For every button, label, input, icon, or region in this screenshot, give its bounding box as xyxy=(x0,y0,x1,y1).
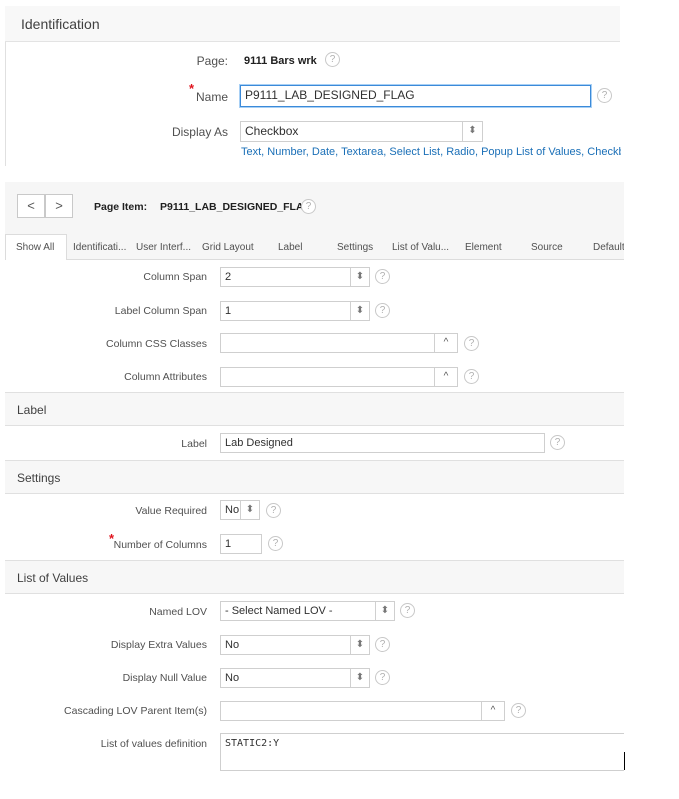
named-lov-help-icon[interactable]: ? xyxy=(400,603,415,618)
display-as-value: Checkbox xyxy=(245,124,299,138)
cascading-lov-parent-label: Cascading LOV Parent Item(s) xyxy=(64,705,207,717)
text-cursor xyxy=(624,752,625,770)
display-extra-values-help-icon[interactable]: ? xyxy=(375,637,390,652)
label-column-span-updown-icon[interactable]: ⬍ xyxy=(350,302,369,320)
column-attributes-input[interactable] xyxy=(220,367,458,387)
label-column-span-help-icon[interactable]: ? xyxy=(375,303,390,318)
named-lov-updown-icon[interactable]: ⬍ xyxy=(375,602,394,620)
next-icon[interactable]: > xyxy=(45,194,73,218)
tab-identification[interactable]: Identificati... xyxy=(73,242,126,253)
page-item-help-icon[interactable]: ? xyxy=(301,199,316,214)
column-span-value: 2 xyxy=(225,271,232,283)
tab-source[interactable]: Source xyxy=(531,242,563,253)
display-null-value-select[interactable]: No xyxy=(220,668,370,688)
label-column-span-value: 1 xyxy=(225,305,232,317)
column-span-label: Column Span xyxy=(143,271,207,283)
display-extra-values-updown-icon[interactable]: ⬍ xyxy=(350,636,369,654)
list-of-values-section-header[interactable]: List of Values xyxy=(5,560,624,594)
column-css-classes-chevron-up-icon[interactable]: ^ xyxy=(434,334,457,352)
column-css-classes-help-icon[interactable]: ? xyxy=(464,336,479,351)
property-editor-toolbar: < > Page Item: P9111_LAB_DESIGNED_FLAG ? xyxy=(5,182,624,232)
named-lov-label: Named LOV xyxy=(149,606,207,618)
tab-list-of-values[interactable]: List of Valu... xyxy=(392,242,449,253)
page-item-label: Page Item: xyxy=(94,201,148,213)
value-required-help-icon[interactable]: ? xyxy=(266,503,281,518)
display-as-options-links[interactable]: Text, Number, Date, Textarea, Select Lis… xyxy=(241,146,621,158)
lov-definition-textarea[interactable]: STATIC2:Y xyxy=(220,733,624,771)
display-as-select[interactable]: Checkbox xyxy=(240,121,483,142)
display-null-value-label: Display Null Value xyxy=(122,672,207,684)
display-null-value-value: No xyxy=(225,672,240,684)
tab-label[interactable]: Label xyxy=(278,242,302,253)
number-of-columns-input[interactable]: 1 xyxy=(220,534,262,554)
value-required-updown-icon[interactable]: ⬍ xyxy=(240,501,259,519)
label-column-span-label: Label Column Span xyxy=(114,305,207,317)
page-item-value: P9111_LAB_DESIGNED_FLAG xyxy=(160,201,312,213)
cascading-lov-parent-chevron-up-icon[interactable]: ^ xyxy=(481,702,504,720)
page-label: Page: xyxy=(196,54,228,68)
column-span-updown-icon[interactable]: ⬍ xyxy=(350,268,369,286)
value-required-label: Value Required xyxy=(135,505,207,517)
tab-show-all-active[interactable]: Show All xyxy=(16,242,54,253)
name-help-icon[interactable]: ? xyxy=(597,88,612,103)
tab-default[interactable]: Default xyxy=(593,242,624,253)
identification-title: Identification xyxy=(21,16,100,32)
column-attributes-chevron-up-icon[interactable]: ^ xyxy=(434,368,457,386)
label-input[interactable]: Lab Designed xyxy=(220,433,545,453)
display-as-updown-icon[interactable]: ⬍ xyxy=(462,122,482,141)
tab-bar: Show All Identificati... User Interf... … xyxy=(5,232,624,260)
column-css-classes-input[interactable] xyxy=(220,333,458,353)
label-help-icon[interactable]: ? xyxy=(550,435,565,450)
cascading-lov-parent-help-icon[interactable]: ? xyxy=(511,703,526,718)
number-of-columns-label: Number of Columns xyxy=(113,539,207,551)
column-attributes-label: Column Attributes xyxy=(124,371,207,383)
display-extra-values-value: No xyxy=(225,639,240,651)
tab-grid-layout[interactable]: Grid Layout xyxy=(202,242,254,253)
tab-settings[interactable]: Settings xyxy=(337,242,373,253)
named-lov-value: - Select Named LOV - xyxy=(225,605,333,617)
named-lov-select[interactable]: - Select Named LOV - xyxy=(220,601,395,621)
tab-element[interactable]: Element xyxy=(465,242,502,253)
lov-definition-label: List of values definition xyxy=(100,738,207,750)
list-of-values-section-title: List of Values xyxy=(17,571,89,585)
settings-section-header[interactable]: Settings xyxy=(5,460,624,494)
name-label: Name xyxy=(195,90,228,104)
tab-user-interface[interactable]: User Interf... xyxy=(136,242,191,253)
settings-section-title: Settings xyxy=(17,471,61,485)
column-span-help-icon[interactable]: ? xyxy=(375,269,390,284)
label-field-label: Label xyxy=(181,438,207,450)
column-span-select[interactable]: 2 xyxy=(220,267,370,287)
display-null-value-help-icon[interactable]: ? xyxy=(375,670,390,685)
column-attributes-help-icon[interactable]: ? xyxy=(464,369,479,384)
label-section-header[interactable]: Label xyxy=(5,392,624,426)
label-column-span-select[interactable]: 1 xyxy=(220,301,370,321)
identification-header: Identification xyxy=(5,6,620,42)
page-value: 9111 Bars wrk xyxy=(244,55,317,67)
previous-icon[interactable]: < xyxy=(17,194,45,218)
column-css-classes-label: Column CSS Classes xyxy=(106,338,207,350)
display-extra-values-label: Display Extra Values xyxy=(110,639,207,651)
label-section-title: Label xyxy=(17,403,47,417)
number-of-columns-help-icon[interactable]: ? xyxy=(268,536,283,551)
cascading-lov-parent-input[interactable] xyxy=(220,701,505,721)
display-as-label: Display As xyxy=(171,125,228,139)
value-required-value: No xyxy=(225,504,240,516)
display-null-value-updown-icon[interactable]: ⬍ xyxy=(350,669,369,687)
page-help-icon[interactable]: ? xyxy=(325,52,340,67)
name-input[interactable]: P9111_LAB_DESIGNED_FLAG xyxy=(240,85,591,107)
display-extra-values-select[interactable]: No xyxy=(220,635,370,655)
